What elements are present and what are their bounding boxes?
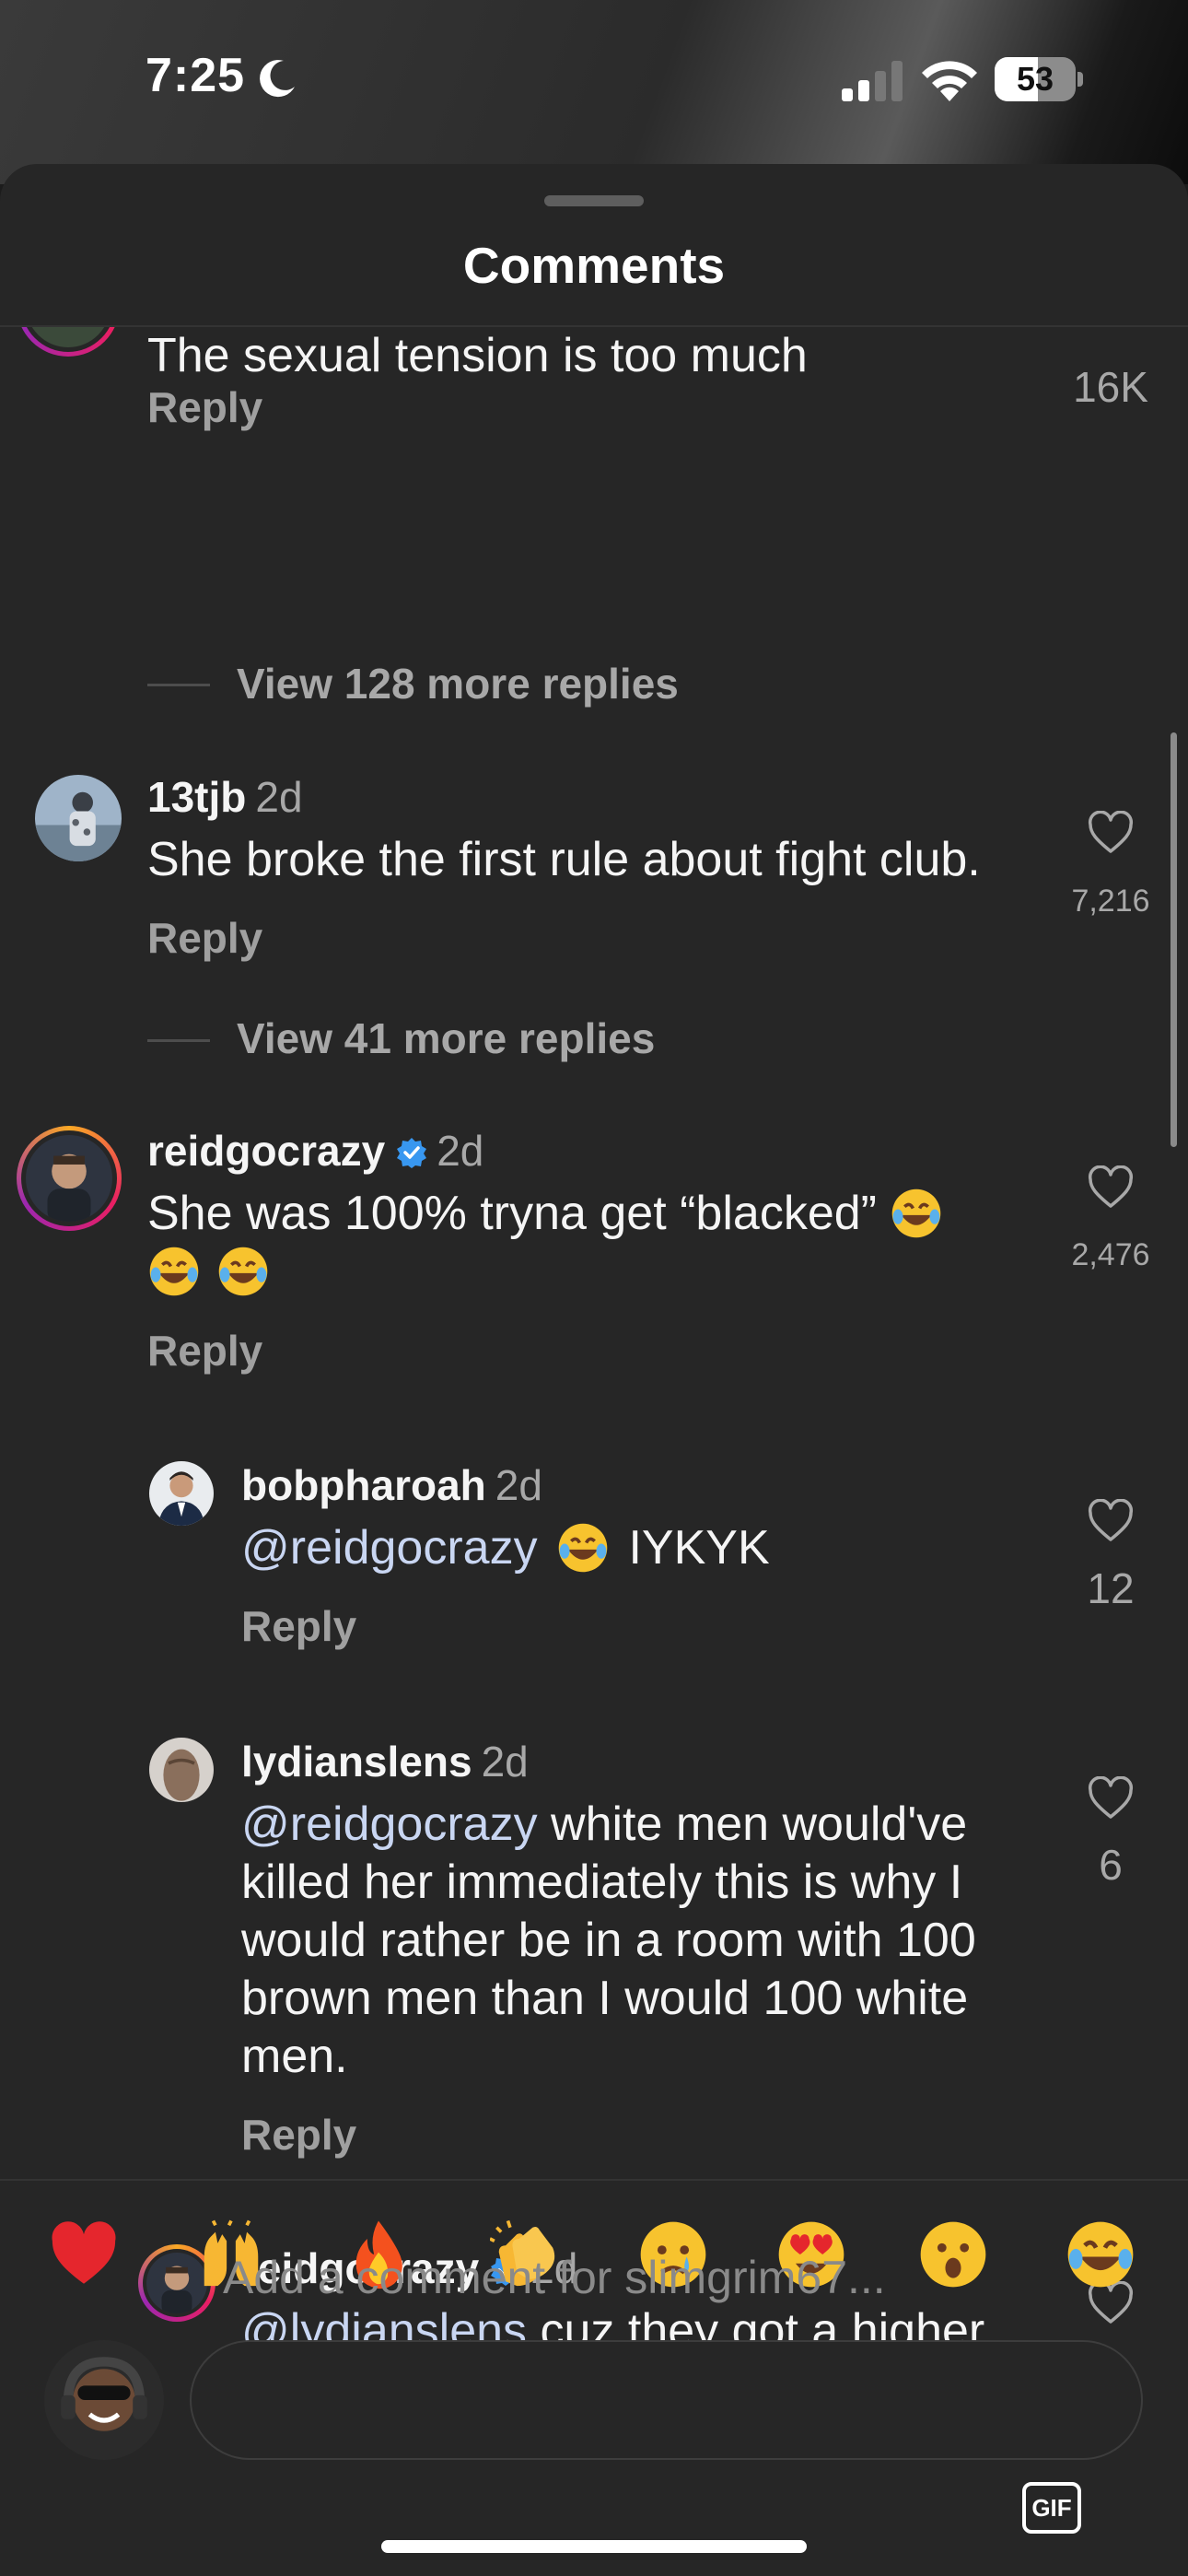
- view-more-replies[interactable]: View 128 more replies: [237, 659, 679, 708]
- home-indicator[interactable]: [381, 2540, 807, 2553]
- reply-button[interactable]: Reply: [147, 913, 262, 963]
- thread-line: [147, 684, 210, 686]
- avatar: [26, 1135, 112, 1222]
- reply-header: bobpharoah 2d: [241, 1460, 542, 1510]
- username[interactable]: reidgocrazy: [147, 1127, 385, 1175]
- like-count: 16K: [1073, 363, 1148, 411]
- reply-text-line4: brown men than I would 100 white: [241, 1972, 969, 2025]
- battery-percent: 53: [1016, 60, 1054, 98]
- laughing-emoji-inline: [147, 1244, 216, 1299]
- reply-button[interactable]: Reply: [147, 382, 262, 432]
- comment-header: 13tjb 2d: [147, 772, 303, 822]
- thread-line: [147, 1039, 210, 1042]
- reply-text-line2: killed her immediately this is why I: [241, 1856, 963, 1909]
- avatar: [26, 327, 111, 347]
- reply-button[interactable]: Reply: [241, 1601, 356, 1651]
- laughing-emoji[interactable]: [1059, 2213, 1142, 2296]
- reply-button[interactable]: Reply: [241, 2110, 356, 2160]
- reply-text-tail: cuz they got a higher: [540, 2304, 985, 2345]
- like-count: 2,476: [1071, 1237, 1150, 1272]
- username[interactable]: bobpharoah: [241, 1461, 486, 1509]
- gif-button[interactable]: GIF: [1022, 2482, 1081, 2534]
- comment-header: reidgocrazy 2d: [147, 1126, 483, 1176]
- current-user-avatar[interactable]: [44, 2340, 164, 2460]
- comment-time: 2d: [437, 1127, 484, 1175]
- heart-icon[interactable]: [1087, 811, 1135, 855]
- mention-link[interactable]: @reidgocrazy: [241, 1521, 538, 1575]
- comment-time: 2d: [255, 773, 303, 821]
- laughing-emoji-inline: [890, 1186, 943, 1241]
- heart-emoji[interactable]: [42, 2213, 125, 2296]
- view-more-replies[interactable]: View 41 more replies: [237, 1013, 655, 1063]
- mention-link[interactable]: @reidgocrazy: [241, 1797, 538, 1851]
- status-bar: 7:25 53: [0, 0, 1188, 161]
- sheet-title: Comments: [462, 237, 726, 294]
- reply-button[interactable]: Reply: [147, 1326, 262, 1376]
- username[interactable]: 13tjb: [147, 773, 246, 821]
- heart-icon[interactable]: [1087, 1776, 1135, 1821]
- reply-text-line1: white men would've: [551, 1797, 968, 1851]
- avatar[interactable]: [149, 1461, 214, 1526]
- avatar-ring[interactable]: [17, 1126, 122, 1231]
- comment-text: The sexual tension is too much: [147, 329, 808, 382]
- surprised-emoji[interactable]: [912, 2213, 995, 2296]
- comment-text-line1: She was 100% tryna get “blacked”: [147, 1187, 877, 1240]
- comment-input[interactable]: [190, 2340, 1143, 2460]
- comments-list[interactable]: The sexual tension is too much Reply 16K…: [0, 327, 1188, 2345]
- avatar-ring[interactable]: [17, 327, 120, 357]
- composer-divider: [0, 2179, 1188, 2181]
- reply-text: @reidgocrazy IYKYK: [241, 1519, 1024, 1577]
- reply-text: @reidgocrazy white men would've killed h…: [241, 1796, 1033, 2086]
- reply-text-line3: would rather be in a room with 100: [241, 1914, 976, 1967]
- signal-icon: [842, 61, 903, 101]
- reply-time: 2d: [481, 1738, 529, 1786]
- reply-header: lydianslens 2d: [241, 1737, 529, 1786]
- sheet-grabber[interactable]: [544, 195, 644, 206]
- heart-icon[interactable]: [1087, 1165, 1135, 1210]
- battery-body: 53: [995, 57, 1076, 101]
- heart-icon[interactable]: [1087, 1499, 1135, 1543]
- username[interactable]: lydianslens: [241, 1738, 472, 1786]
- comment-placeholder: Add a comment for slimgrim67...: [223, 2252, 886, 2303]
- battery-nub: [1077, 72, 1083, 87]
- verified-badge-icon: [397, 1138, 427, 1168]
- reply-text: @lydianslens cuz they got a higher: [241, 2302, 1033, 2345]
- laughing-emoji-inline: [216, 1244, 270, 1299]
- like-count: 6: [1099, 1841, 1123, 1889]
- like-count: 7,216: [1071, 884, 1150, 919]
- like-count: 12: [1087, 1564, 1135, 1612]
- scrollbar[interactable]: [1171, 732, 1177, 1147]
- comments-sheet: Comments The sexual tension is too much …: [0, 164, 1188, 2576]
- mention-link[interactable]: @lydianslens: [241, 2304, 527, 2345]
- moon-icon: [260, 60, 295, 98]
- status-time: 7:25: [146, 49, 246, 102]
- wifi-icon: [922, 61, 977, 101]
- comment-text: She was 100% tryna get “blacked”: [147, 1185, 1031, 1301]
- reply-text-line5: men.: [241, 2030, 348, 2083]
- comment-text: She broke the first rule about fight clu…: [147, 833, 981, 886]
- reply-text-tail: IYKYK: [628, 1521, 770, 1575]
- reply-time: 2d: [495, 1461, 542, 1509]
- avatar[interactable]: [149, 1738, 214, 1802]
- avatar[interactable]: [35, 775, 122, 861]
- laughing-emoji-inline: [558, 1523, 608, 1573]
- battery-icon: 53: [995, 57, 1083, 101]
